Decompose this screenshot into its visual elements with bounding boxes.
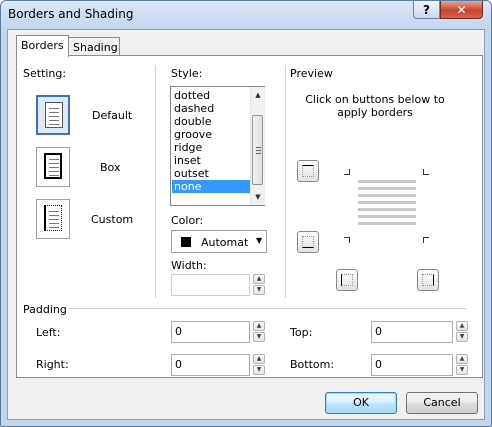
preview-corner-mark bbox=[423, 237, 429, 243]
style-option-dotted[interactable]: dotted bbox=[172, 89, 250, 102]
padding-left-stepper[interactable]: ▲ ▼ bbox=[253, 321, 265, 343]
padding-left-label: Left: bbox=[36, 326, 61, 339]
left-border-button[interactable] bbox=[336, 269, 358, 291]
width-down-icon[interactable]: ▼ bbox=[253, 285, 265, 295]
padding-left-input[interactable]: 0 bbox=[171, 321, 250, 343]
top-border-button[interactable] bbox=[297, 160, 319, 182]
padding-right-down-icon[interactable]: ▼ bbox=[253, 365, 265, 375]
padding-bottom-up-icon[interactable]: ▲ bbox=[456, 354, 468, 364]
padding-left-up-icon[interactable]: ▲ bbox=[253, 321, 265, 331]
color-value: Automatic bbox=[201, 236, 248, 249]
bottom-border-icon bbox=[302, 236, 314, 248]
style-option-double[interactable]: double bbox=[172, 115, 250, 128]
padding-top-input[interactable]: 0 bbox=[371, 321, 453, 343]
padding-bottom-down-icon[interactable]: ▼ bbox=[456, 365, 468, 375]
padding-header: Padding bbox=[23, 303, 67, 316]
style-listbox[interactable]: dotted dashed double groove ridge inset … bbox=[170, 86, 265, 206]
setting-default-label: Default bbox=[92, 109, 133, 122]
preview-instruction: Click on buttons below to apply borders bbox=[305, 93, 445, 119]
help-button[interactable]: ? bbox=[413, 1, 440, 19]
cancel-button[interactable]: Cancel bbox=[406, 392, 478, 414]
preview-corner-mark bbox=[344, 237, 350, 243]
preview-header: Preview bbox=[290, 67, 333, 80]
style-preview-divider bbox=[285, 65, 286, 298]
tab-shading[interactable]: Shading bbox=[68, 37, 120, 57]
padding-bottom-label: Bottom: bbox=[290, 358, 335, 371]
setting-box-option[interactable] bbox=[36, 147, 70, 187]
padding-right-label: Right: bbox=[36, 358, 69, 371]
chevron-down-icon: ▼ bbox=[256, 236, 263, 245]
ok-button[interactable]: OK bbox=[325, 392, 397, 414]
scroll-thumb[interactable] bbox=[252, 115, 263, 185]
style-option-none[interactable]: none bbox=[172, 180, 250, 193]
style-option-dashed[interactable]: dashed bbox=[172, 102, 250, 115]
padding-top-up-icon[interactable]: ▲ bbox=[456, 321, 468, 331]
width-stepper[interactable]: ▲ ▼ bbox=[253, 274, 265, 296]
top-border-icon bbox=[302, 165, 314, 177]
padding-top-down-icon[interactable]: ▼ bbox=[456, 332, 468, 342]
left-border-icon bbox=[341, 274, 353, 286]
style-option-ridge[interactable]: ridge bbox=[172, 141, 250, 154]
style-option-groove[interactable]: groove bbox=[172, 128, 250, 141]
padding-right-stepper[interactable]: ▲ ▼ bbox=[253, 354, 265, 376]
custom-border-icon bbox=[44, 205, 62, 231]
padding-top-label: Top: bbox=[290, 326, 313, 339]
preview-corner-mark bbox=[423, 169, 429, 175]
style-option-outset[interactable]: outset bbox=[172, 167, 250, 180]
setting-box-label: Box bbox=[100, 161, 121, 174]
window-title: Borders and Shading bbox=[8, 7, 134, 21]
tab-borders[interactable]: Borders bbox=[16, 35, 69, 57]
color-dropdown[interactable]: Automatic ▼ bbox=[171, 230, 267, 253]
width-up-icon[interactable]: ▲ bbox=[253, 274, 265, 284]
setting-default-option[interactable] bbox=[36, 95, 70, 135]
width-input[interactable] bbox=[171, 274, 250, 296]
title-bar[interactable]: Borders and Shading ? ✕ bbox=[1, 1, 491, 29]
padding-left-down-icon[interactable]: ▼ bbox=[253, 332, 265, 342]
preview-corner-mark bbox=[344, 169, 350, 175]
setting-header: Setting: bbox=[23, 67, 67, 80]
setting-custom-option[interactable] bbox=[36, 199, 70, 239]
scroll-down-icon[interactable]: ▼ bbox=[251, 190, 265, 204]
style-scrollbar[interactable]: ▲ ▼ bbox=[250, 87, 265, 205]
style-header: Style: bbox=[171, 67, 203, 80]
color-label: Color: bbox=[171, 214, 204, 227]
close-button[interactable]: ✕ bbox=[440, 1, 483, 19]
width-label: Width: bbox=[171, 259, 207, 272]
padding-bottom-input[interactable]: 0 bbox=[371, 354, 453, 376]
default-border-icon bbox=[45, 102, 63, 128]
color-swatch-icon bbox=[181, 237, 191, 247]
style-option-inset[interactable]: inset bbox=[172, 154, 250, 167]
padding-divider bbox=[69, 308, 467, 309]
right-border-button[interactable] bbox=[417, 269, 439, 291]
setting-custom-label: Custom bbox=[91, 213, 134, 226]
bottom-border-button[interactable] bbox=[297, 231, 319, 253]
padding-bottom-stepper[interactable]: ▲ ▼ bbox=[456, 354, 468, 376]
box-border-icon bbox=[44, 153, 62, 179]
padding-right-input[interactable]: 0 bbox=[171, 354, 250, 376]
borders-and-shading-dialog: Borders and Shading ? ✕ Borders Shading … bbox=[0, 0, 492, 427]
scroll-up-icon[interactable]: ▲ bbox=[251, 88, 265, 102]
setting-style-divider bbox=[155, 65, 156, 298]
padding-right-up-icon[interactable]: ▲ bbox=[253, 354, 265, 364]
padding-top-stepper[interactable]: ▲ ▼ bbox=[456, 321, 468, 343]
right-border-icon bbox=[422, 274, 434, 286]
